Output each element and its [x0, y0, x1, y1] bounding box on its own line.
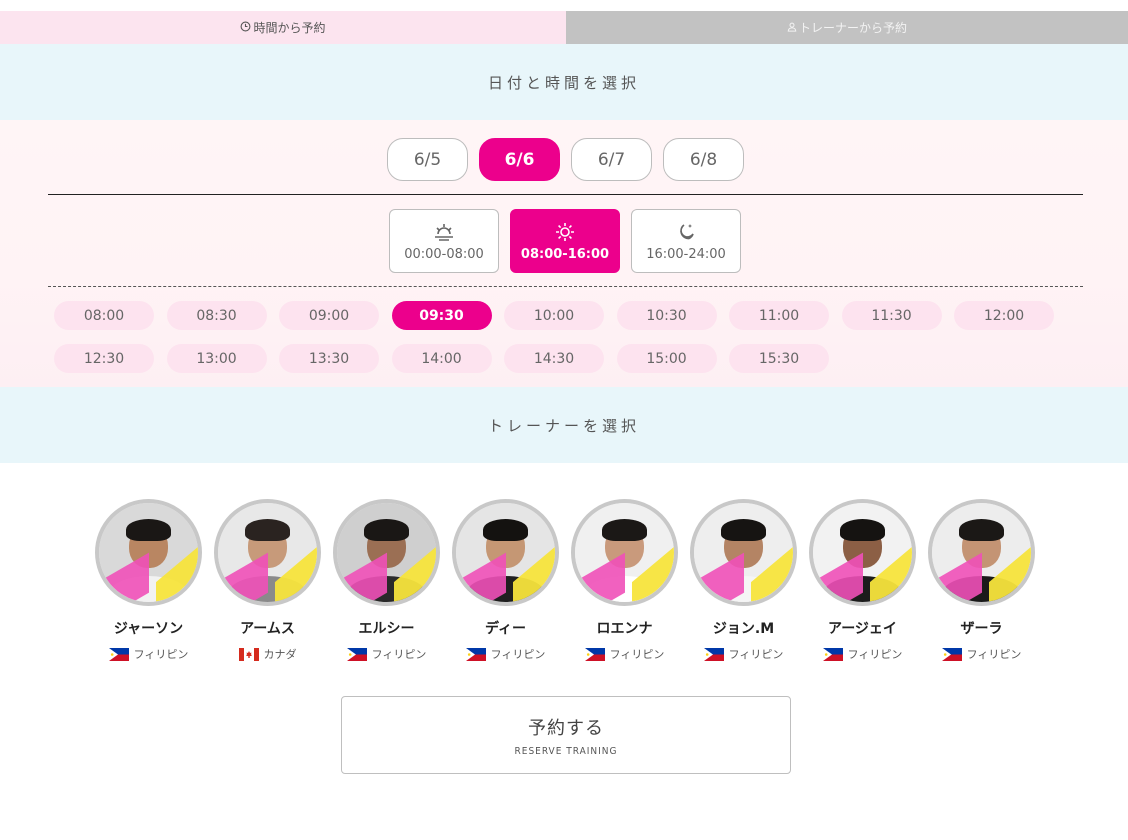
trainer-avatar[interactable] [95, 499, 202, 606]
booking-mode-tabs: 時間から予約 トレーナーから予約 [0, 11, 1128, 44]
philippines-flag-icon [822, 647, 843, 661]
time-slot[interactable]: 14:30 [504, 344, 604, 373]
trainer-card[interactable]: ロエンナフィリピン [571, 499, 678, 662]
trainer-card[interactable]: アージェイフィリピン [809, 499, 916, 662]
clock-icon [240, 21, 251, 35]
trainer-country: フィリピン [108, 646, 189, 662]
sunrise-icon [433, 221, 455, 243]
date-option[interactable]: 6/5 [387, 138, 468, 181]
trainer-country-label: カナダ [263, 648, 297, 661]
trainer-country-label: フィリピン [609, 648, 665, 661]
tab-by-trainer-label: トレーナーから予約 [798, 21, 907, 35]
philippines-flag-icon [465, 647, 486, 661]
time-period-option[interactable]: 08:00-16:00 [510, 209, 620, 273]
trainer-country-label: フィリピン [966, 648, 1022, 661]
time-slot[interactable]: 15:00 [616, 344, 717, 373]
time-slot[interactable]: 08:30 [166, 301, 267, 330]
period-divider [48, 286, 1083, 287]
trainer-list: ジャーソン フィリピン アームス カナダ エルシー フィリピン ディー フィリピン ロエンナ フィ… [95, 499, 1035, 662]
time-slot[interactable]: 11:00 [729, 301, 829, 330]
date-divider [48, 194, 1083, 195]
canada-flag-icon [238, 647, 259, 661]
trainer-name: ロエンナ [596, 621, 653, 637]
tab-by-time-label: 時間から予約 [253, 21, 326, 35]
philippines-flag-icon [584, 647, 605, 661]
trainer-country: フィリピン [584, 646, 665, 662]
date-selector: 6/5 6/6 6/7 6/8 [387, 138, 744, 181]
trainer-avatar[interactable] [928, 499, 1035, 606]
moon-icon [675, 221, 697, 243]
time-slot[interactable]: 12:00 [954, 301, 1054, 330]
trainer-name: ジャーソン [113, 621, 184, 637]
time-slot-grid: 08:00 08:30 09:00 09:30 10:00 10:30 11:00 11:30… [54, 301, 1074, 373]
time-period-selector: 00:00-08:00 08:00-16:00 16:00-24:00 [389, 209, 741, 273]
date-time-heading-text: 日付と時間を選択 [487, 73, 640, 92]
reserve-button-sublabel: RESERVE TRAINING [514, 745, 618, 757]
time-slot[interactable]: 11:30 [841, 301, 942, 330]
trainer-avatar[interactable] [690, 499, 797, 606]
philippines-flag-icon [703, 647, 724, 661]
trainer-country-label: フィリピン [371, 648, 427, 661]
trainer-avatar[interactable] [452, 499, 559, 606]
date-option[interactable]: 6/7 [571, 138, 652, 181]
reserve-button-label: 予約する [528, 717, 604, 739]
trainer-name: ディー [484, 621, 527, 637]
philippines-flag-icon [346, 647, 367, 661]
time-slot[interactable]: 09:30 [391, 301, 492, 330]
trainer-country-label: フィリピン [847, 648, 903, 661]
trainer-country-label: フィリピン [490, 648, 546, 661]
trainer-avatar[interactable] [333, 499, 440, 606]
time-slot[interactable]: 12:30 [54, 344, 154, 373]
date-time-section-heading: 日付と時間を選択 [0, 44, 1128, 120]
date-option[interactable]: 6/8 [663, 138, 744, 181]
time-slot[interactable]: 08:00 [54, 301, 154, 330]
time-slot[interactable]: 09:00 [279, 301, 379, 330]
trainer-section-heading: トレーナーを選択 [0, 387, 1128, 463]
trainer-country: フィリピン [465, 646, 546, 662]
trainer-card[interactable]: エルシーフィリピン [333, 499, 440, 662]
time-slot[interactable]: 15:30 [729, 344, 829, 373]
trainer-country: フィリピン [703, 646, 784, 662]
time-period-option[interactable]: 16:00-24:00 [631, 209, 741, 273]
time-slot[interactable]: 13:00 [166, 344, 267, 373]
trainer-name: ザーラ [960, 621, 1003, 637]
reserve-button[interactable]: 予約する RESERVE TRAINING [341, 696, 791, 774]
tab-by-time[interactable]: 時間から予約 [0, 11, 566, 44]
trainer-card[interactable]: ジョン.M フィリピン [690, 499, 797, 662]
trainer-card[interactable]: ジャーソンフィリピン [95, 499, 202, 662]
time-period-label: 00:00-08:00 [404, 246, 484, 262]
time-slot[interactable]: 14:00 [391, 344, 492, 373]
trainer-avatar[interactable] [809, 499, 916, 606]
trainer-card[interactable]: ザーラフィリピン [928, 499, 1035, 662]
time-period-option[interactable]: 00:00-08:00 [389, 209, 499, 273]
trainer-country: フィリピン [346, 646, 427, 662]
time-period-label: 08:00-16:00 [520, 246, 610, 262]
trainer-avatar[interactable] [571, 499, 678, 606]
trainer-card[interactable]: ディーフィリピン [452, 499, 559, 662]
trainer-name: アージェイ [828, 621, 897, 637]
trainer-name: ジョン.M [712, 621, 775, 637]
time-slot[interactable]: 10:30 [616, 301, 717, 330]
trainer-avatar[interactable] [214, 499, 321, 606]
person-icon [787, 21, 797, 35]
trainer-country: フィリピン [822, 646, 903, 662]
reservation-page: 時間から予約 トレーナーから予約 日付と時間を選択 6/5 6/6 6/7 6/8 0… [0, 0, 1128, 840]
trainer-heading-text: トレーナーを選択 [487, 416, 640, 435]
tab-by-trainer[interactable]: トレーナーから予約 [566, 11, 1128, 44]
philippines-flag-icon [108, 647, 129, 661]
date-option[interactable]: 6/6 [479, 138, 560, 181]
date-time-picker: 6/5 6/6 6/7 6/8 00:00-08:00 08:00-16:00 16:00… [0, 120, 1128, 387]
trainer-name: アームス [240, 621, 295, 637]
trainer-country-label: フィリピン [728, 648, 784, 661]
trainer-country: フィリピン [941, 646, 1022, 662]
trainer-card[interactable]: アームスカナダ [214, 499, 321, 662]
time-period-label: 16:00-24:00 [646, 246, 726, 262]
trainer-country-label: フィリピン [133, 648, 189, 661]
time-slot[interactable]: 13:30 [279, 344, 379, 373]
trainer-country: カナダ [238, 646, 297, 662]
trainer-name: エルシー [358, 621, 415, 637]
time-slot[interactable]: 10:00 [504, 301, 604, 330]
philippines-flag-icon [941, 647, 962, 661]
sun-icon [554, 221, 576, 243]
